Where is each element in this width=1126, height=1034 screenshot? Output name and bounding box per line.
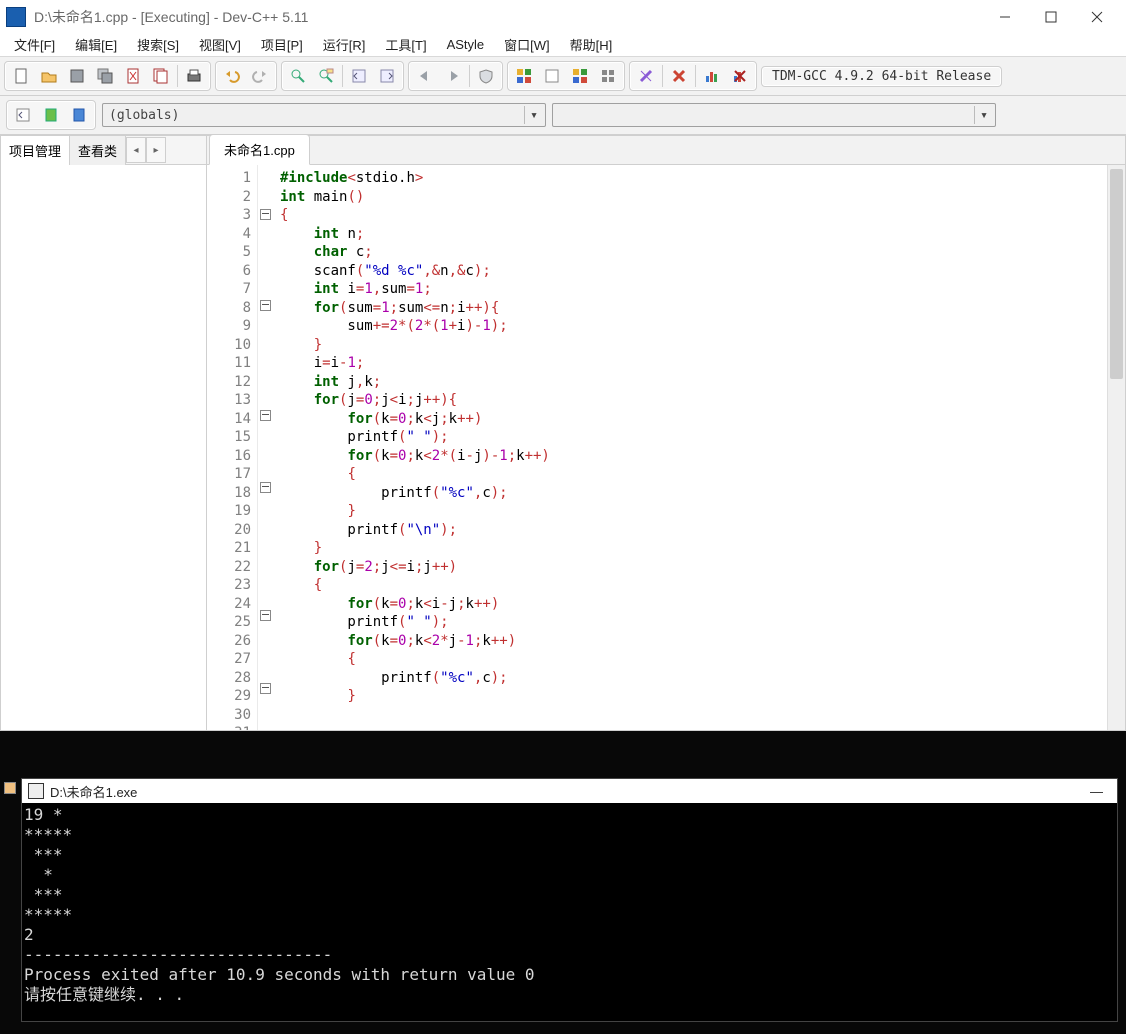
debug-fwd-button[interactable] <box>441 64 465 88</box>
debug-button[interactable] <box>634 64 658 88</box>
console-title-bar[interactable]: D:\未命名1.exe — <box>22 779 1117 803</box>
console-title-text: D:\未命名1.exe <box>50 782 137 801</box>
sidebar-tab-scroll-right[interactable]: ▸ <box>146 137 166 163</box>
save-button[interactable] <box>65 64 89 88</box>
line-number-gutter: 1234567891011121314151617181920212223242… <box>207 165 258 730</box>
chevron-down-icon: ▾ <box>524 106 543 124</box>
run-button[interactable] <box>540 64 564 88</box>
sidebar-tab-project[interactable]: 项目管理 <box>1 136 70 165</box>
redo-button[interactable] <box>248 64 272 88</box>
print-button[interactable] <box>182 64 206 88</box>
chevron-down-icon: ▾ <box>974 106 993 124</box>
rebuild-button[interactable] <box>596 64 620 88</box>
file-tab-bar: 未命名1.cpp <box>207 136 1125 165</box>
console-minimize-button[interactable]: — <box>1082 784 1111 799</box>
menu-edit[interactable]: 编辑[E] <box>65 33 127 56</box>
goto-prev-button[interactable] <box>347 64 371 88</box>
status-strip <box>4 778 18 798</box>
sidebar-body <box>1 165 206 730</box>
console-icon <box>28 783 44 799</box>
editor: 未命名1.cpp 1234567891011121314151617181920… <box>207 136 1125 730</box>
title-bar: D:\未命名1.cpp - [Executing] - Dev-C++ 5.11 <box>0 0 1126 33</box>
fold-column <box>258 165 272 730</box>
new-file-button[interactable] <box>9 64 33 88</box>
menu-help[interactable]: 帮助[H] <box>560 33 623 56</box>
menu-project[interactable]: 项目[P] <box>251 33 313 56</box>
scroll-thumb[interactable] <box>1110 169 1123 379</box>
open-file-button[interactable] <box>37 64 61 88</box>
menu-view[interactable]: 视图[V] <box>189 33 251 56</box>
goto-bookmark-prev-button[interactable] <box>11 103 35 127</box>
toggle-bookmark-button[interactable] <box>39 103 63 127</box>
menu-window[interactable]: 窗口[W] <box>494 33 560 56</box>
menu-astyle[interactable]: AStyle <box>437 35 495 54</box>
sidebar-tab-scroll-left[interactable]: ◂ <box>126 137 146 163</box>
console-output[interactable]: 19 * ***** *** * *** ***** 2 -----------… <box>22 803 1117 1021</box>
shield-button[interactable] <box>474 64 498 88</box>
code-editor[interactable]: #include<stdio.h>int main(){ int n; char… <box>272 165 1107 730</box>
file-tab-active[interactable]: 未命名1.cpp <box>209 134 310 165</box>
close-file-button[interactable] <box>121 64 145 88</box>
close-button[interactable] <box>1074 4 1120 30</box>
menu-file[interactable]: 文件[F] <box>4 33 65 56</box>
window-title: D:\未命名1.cpp - [Executing] - Dev-C++ 5.11 <box>34 7 982 27</box>
sidebar-tab-classes[interactable]: 查看类 <box>70 136 126 165</box>
profile-button[interactable] <box>700 64 724 88</box>
sidebar: 项目管理 查看类 ◂ ▸ <box>1 136 207 730</box>
scope-dropdown-value: (globals) <box>109 108 179 123</box>
menu-run[interactable]: 运行[R] <box>313 33 376 56</box>
console-window: D:\未命名1.exe — 19 * ***** *** * *** *****… <box>21 778 1118 1022</box>
compiler-label[interactable]: TDM-GCC 4.9.2 64-bit Release <box>766 69 997 84</box>
function-dropdown[interactable]: ▾ <box>552 103 996 127</box>
menu-search[interactable]: 搜索[S] <box>127 33 189 56</box>
debug-back-button[interactable] <box>413 64 437 88</box>
find-button[interactable] <box>286 64 310 88</box>
minimize-button[interactable] <box>982 4 1028 30</box>
app-logo-icon <box>6 7 26 27</box>
compile-run-button[interactable] <box>568 64 592 88</box>
undo-button[interactable] <box>220 64 244 88</box>
status-icon <box>4 782 16 794</box>
main-area: 项目管理 查看类 ◂ ▸ 未命名1.cpp 123456789101112131… <box>0 135 1126 731</box>
close-all-button[interactable] <box>149 64 173 88</box>
menu-bar: 文件[F] 编辑[E] 搜索[S] 视图[V] 项目[P] 运行[R] 工具[T… <box>0 33 1126 57</box>
replace-button[interactable] <box>314 64 338 88</box>
goto-bookmark-next-button[interactable] <box>67 103 91 127</box>
secondary-toolbar: (globals) ▾ ▾ <box>0 96 1126 135</box>
compile-button[interactable] <box>512 64 536 88</box>
stop-button[interactable] <box>667 64 691 88</box>
save-all-button[interactable] <box>93 64 117 88</box>
maximize-button[interactable] <box>1028 4 1074 30</box>
menu-tools[interactable]: 工具[T] <box>375 33 436 56</box>
vertical-scrollbar[interactable] <box>1107 165 1125 730</box>
main-toolbar: TDM-GCC 4.9.2 64-bit Release <box>0 57 1126 96</box>
goto-next-button[interactable] <box>375 64 399 88</box>
scope-dropdown[interactable]: (globals) ▾ <box>102 103 546 127</box>
delete-profile-button[interactable] <box>728 64 752 88</box>
